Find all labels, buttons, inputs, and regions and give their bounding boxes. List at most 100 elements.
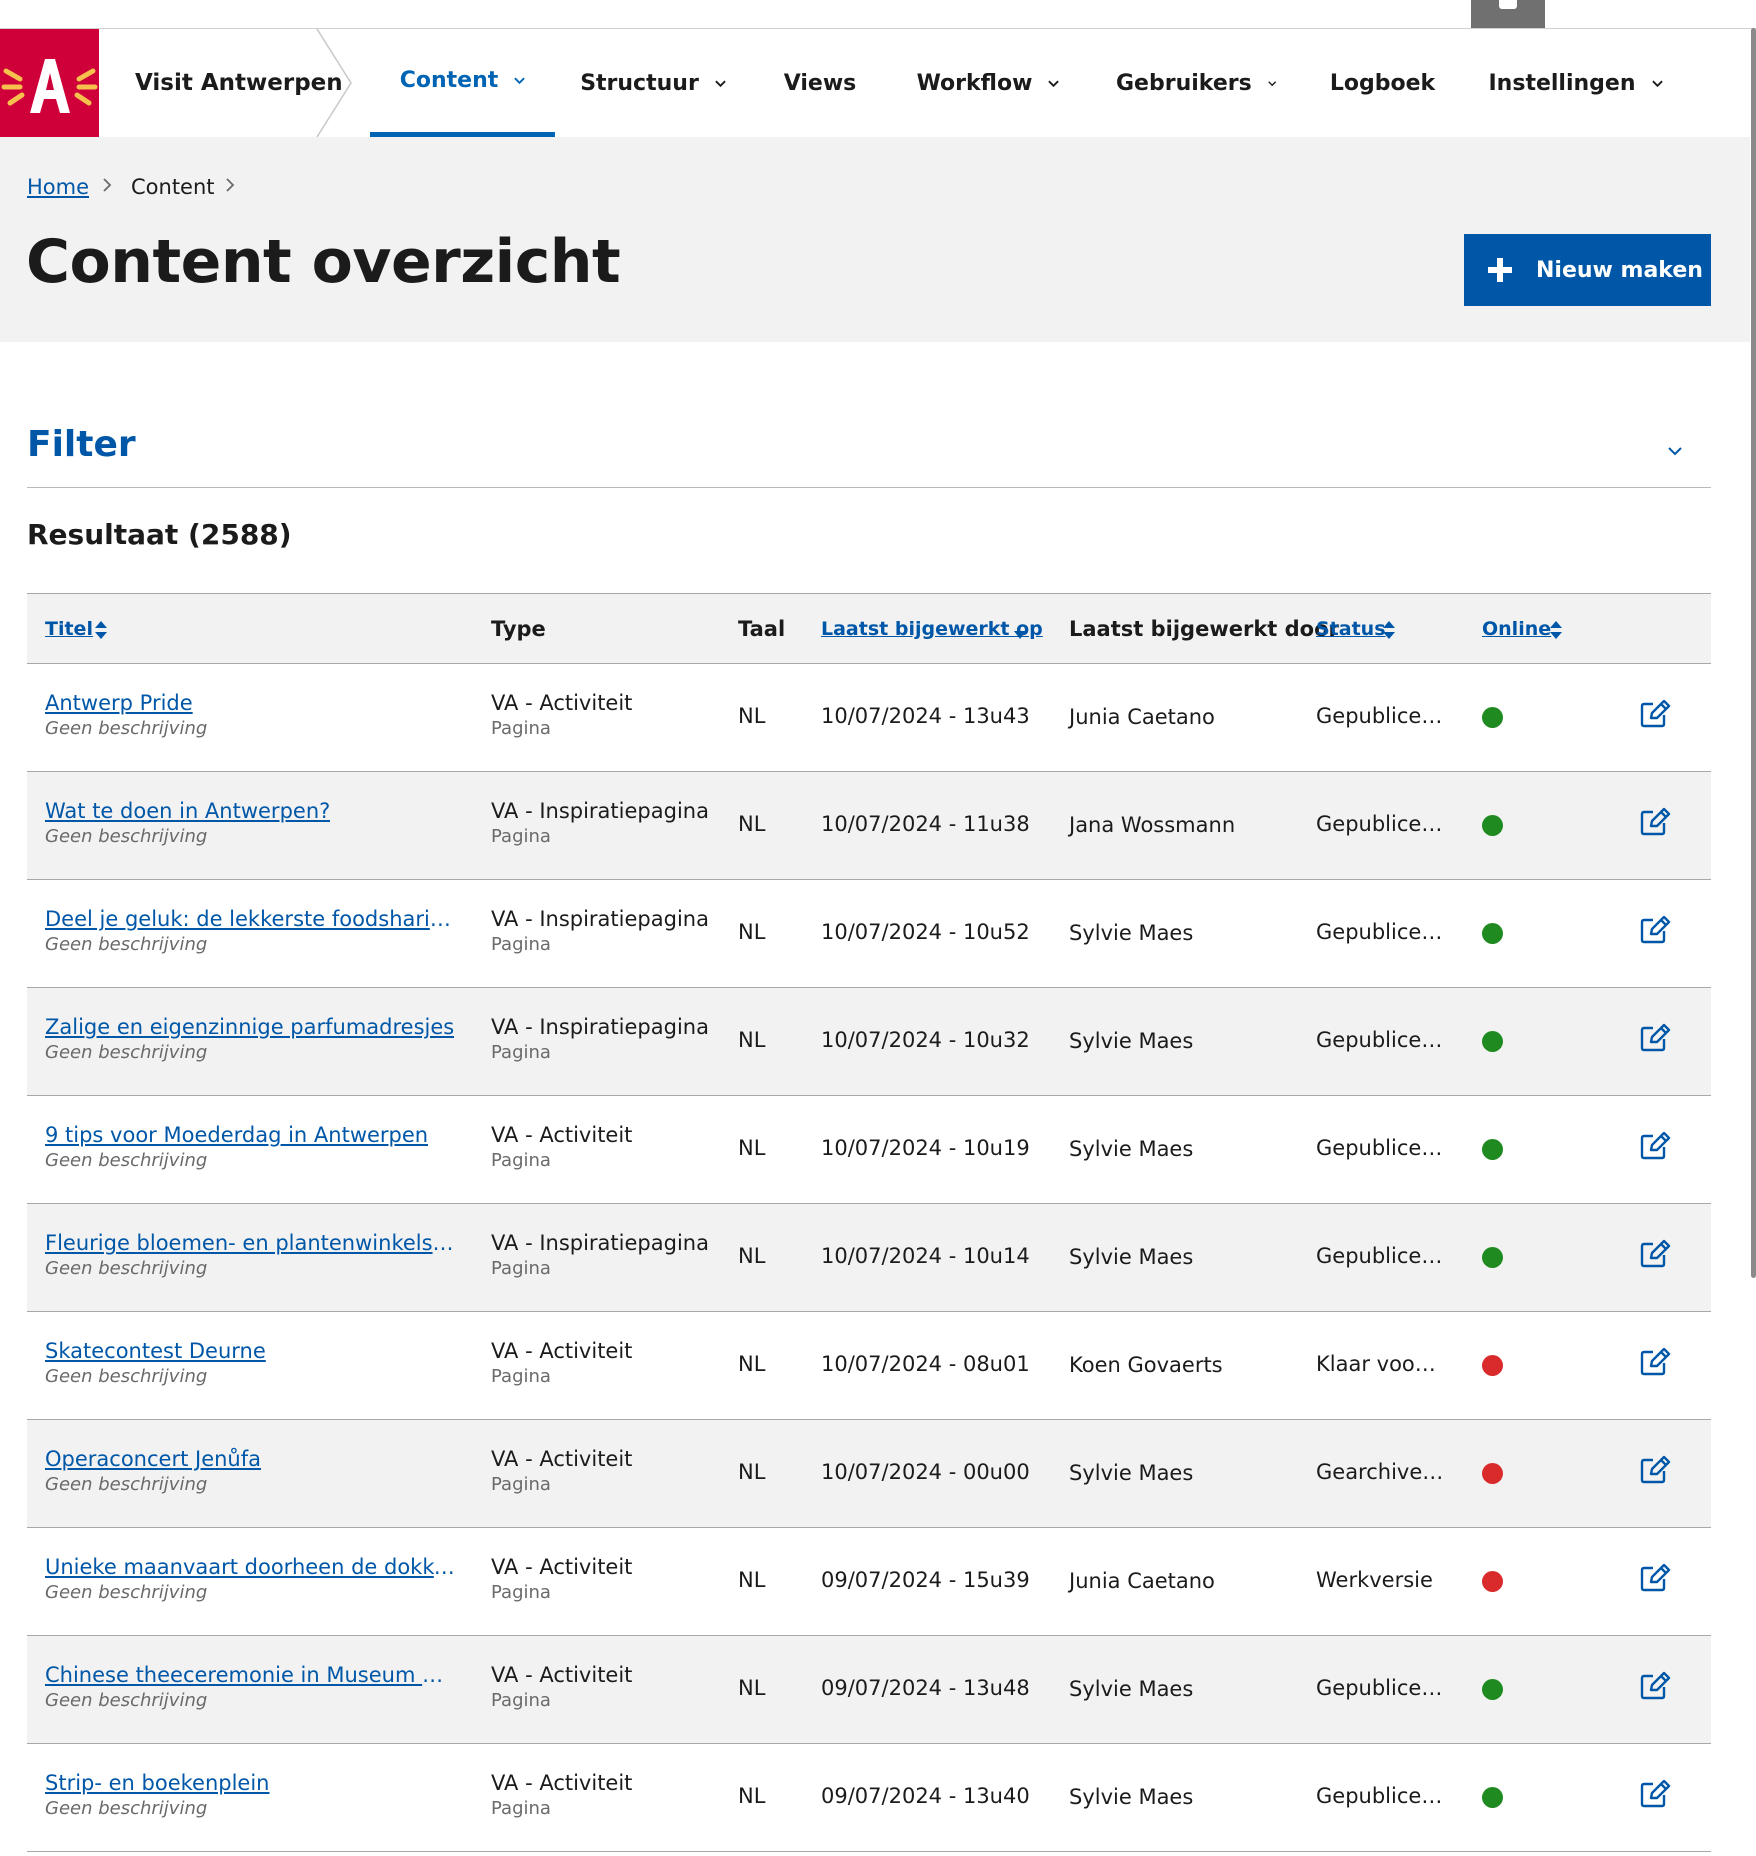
table-row: Strip- en boekenplein Geen beschrijving VA… — [27, 1744, 1711, 1852]
row-title-link[interactable]: Chinese theeceremonie in Museum Ma... — [45, 1663, 455, 1687]
edit-icon[interactable] — [1639, 1563, 1671, 1598]
user-icon — [1499, 0, 1517, 9]
row-updated-on: 10/07/2024 - 10u14 — [821, 1244, 1030, 1268]
chevron-down-icon — [1651, 80, 1663, 87]
nav-workflow[interactable]: Workflow — [913, 29, 1063, 137]
row-language: NL — [738, 1028, 766, 1052]
table-row: Deel je geluk: de lekkerste foodsharing … — [27, 880, 1711, 988]
chevron-down-icon — [1048, 80, 1060, 87]
new-content-button-label: Nieuw maken — [1536, 257, 1703, 283]
row-type: VA - Inspiratiepagina — [491, 907, 709, 931]
row-updated-by: Sylvie Maes — [1069, 1785, 1194, 1809]
row-status: Gepubliceerd — [1316, 1028, 1444, 1052]
row-language: NL — [738, 1136, 766, 1160]
row-description: Geen beschrijving — [45, 718, 208, 739]
row-status: Gepubliceerd — [1316, 1244, 1444, 1268]
online-status-dot — [1482, 1031, 1503, 1052]
row-language: NL — [738, 1460, 766, 1484]
main-header: Visit Antwerpen Content Structuur Views … — [0, 29, 1750, 137]
row-updated-by: Sylvie Maes — [1069, 1137, 1194, 1161]
nav-instellingen[interactable]: Instellingen — [1488, 29, 1663, 137]
nav-content[interactable]: Content — [370, 29, 555, 137]
row-title-link[interactable]: Unieke maanvaart doorheen de dokken... — [45, 1555, 455, 1579]
row-updated-on: 10/07/2024 - 13u43 — [821, 704, 1030, 728]
sort-icon[interactable] — [94, 620, 108, 640]
divider — [27, 487, 1711, 488]
th-type: Type — [491, 617, 546, 641]
sort-desc-icon[interactable] — [1013, 630, 1027, 640]
row-title-link[interactable]: Antwerp Pride — [45, 691, 193, 715]
edit-icon[interactable] — [1639, 1023, 1671, 1058]
breadcrumb-current: Content — [131, 175, 215, 199]
table-body: Antwerp Pride Geen beschrijving VA - Activ… — [27, 664, 1711, 1852]
row-title-link[interactable]: Strip- en boekenplein — [45, 1771, 270, 1795]
table-row: Fleurige bloemen- en plantenwinkels in..… — [27, 1204, 1711, 1312]
row-description: Geen beschrijving — [45, 1690, 208, 1711]
row-title-link[interactable]: Fleurige bloemen- en plantenwinkels in..… — [45, 1231, 455, 1255]
online-status-dot — [1482, 1139, 1503, 1160]
plus-icon — [1488, 258, 1512, 282]
online-status-dot — [1482, 923, 1503, 944]
edit-icon[interactable] — [1639, 1671, 1671, 1706]
edit-icon[interactable] — [1639, 807, 1671, 842]
page-title: Content overzicht — [26, 227, 621, 297]
row-subtype: Pagina — [491, 1474, 551, 1495]
row-subtype: Pagina — [491, 718, 551, 739]
nav-logboek[interactable]: Logboek — [1330, 29, 1435, 137]
nav-workflow-label: Workflow — [916, 70, 1033, 96]
row-updated-by: Sylvie Maes — [1069, 1245, 1194, 1269]
row-type: VA - Activiteit — [491, 1123, 633, 1147]
row-subtype: Pagina — [491, 1258, 551, 1279]
sort-icon[interactable] — [1549, 620, 1563, 640]
filter-toggle[interactable]: Filter — [27, 424, 136, 465]
row-title-link[interactable]: Zalige en eigenzinnige parfumadresjes — [45, 1015, 454, 1039]
row-type: VA - Activiteit — [491, 691, 633, 715]
row-subtype: Pagina — [491, 1150, 551, 1171]
top-utility-tab[interactable] — [1471, 0, 1545, 28]
row-language: NL — [738, 1568, 766, 1592]
online-status-dot — [1482, 707, 1503, 728]
row-updated-by: Sylvie Maes — [1069, 921, 1194, 945]
edit-icon[interactable] — [1639, 1347, 1671, 1382]
nav-structuur[interactable]: Structuur — [578, 29, 728, 137]
breadcrumb-home[interactable]: Home — [27, 175, 89, 199]
scrollbar[interactable] — [1751, 28, 1756, 1278]
chevron-down-icon[interactable] — [1667, 443, 1683, 459]
row-title-link[interactable]: Wat te doen in Antwerpen? — [45, 799, 330, 823]
row-subtype: Pagina — [491, 1042, 551, 1063]
row-title-link[interactable]: Skatecontest Deurne — [45, 1339, 266, 1363]
edit-icon[interactable] — [1639, 1239, 1671, 1274]
edit-icon[interactable] — [1639, 1455, 1671, 1490]
row-updated-by: Jana Wossmann — [1069, 813, 1236, 837]
online-status-dot — [1482, 1247, 1503, 1268]
nav-gebruikers[interactable]: Gebruikers — [1116, 29, 1276, 137]
table-row: Zalige en eigenzinnige parfumadresjes Gee… — [27, 988, 1711, 1096]
content-table: Titel Type Taal Laatst bijgewerkt op Laa… — [27, 593, 1711, 1852]
th-online[interactable]: Online — [1482, 594, 1551, 664]
row-subtype: Pagina — [491, 826, 551, 847]
nav-content-label: Content — [399, 68, 499, 93]
page-hero: Home Content Content overzicht Nieuw mak… — [0, 137, 1750, 342]
row-description: Geen beschrijving — [45, 1258, 208, 1279]
nav-views[interactable]: Views — [775, 29, 865, 137]
th-updated-by: Laatst bijgewerkt door — [1069, 617, 1339, 641]
new-content-button[interactable]: Nieuw maken — [1464, 234, 1711, 306]
sort-icon[interactable] — [1382, 620, 1396, 640]
row-status: Gepubliceerd — [1316, 1136, 1444, 1160]
row-updated-by: Junia Caetano — [1069, 1569, 1215, 1593]
nav-gebruikers-label: Gebruikers — [1116, 70, 1252, 96]
th-status[interactable]: Status — [1316, 594, 1386, 664]
edit-icon[interactable] — [1639, 1131, 1671, 1166]
edit-icon[interactable] — [1639, 699, 1671, 734]
row-title-link[interactable]: Operaconcert Jenůfa — [45, 1447, 261, 1471]
site-name[interactable]: Visit Antwerpen — [135, 29, 343, 137]
th-title[interactable]: Titel — [45, 594, 93, 664]
th-lang: Taal — [738, 617, 786, 641]
th-updated-on[interactable]: Laatst bijgewerkt op — [821, 594, 1043, 664]
row-description: Geen beschrijving — [45, 1366, 208, 1387]
edit-icon[interactable] — [1639, 1779, 1671, 1814]
row-title-link[interactable]: Deel je geluk: de lekkerste foodsharing … — [45, 907, 455, 931]
edit-icon[interactable] — [1639, 915, 1671, 950]
antwerpen-logo[interactable] — [0, 29, 99, 137]
row-title-link[interactable]: 9 tips voor Moederdag in Antwerpen — [45, 1123, 428, 1147]
